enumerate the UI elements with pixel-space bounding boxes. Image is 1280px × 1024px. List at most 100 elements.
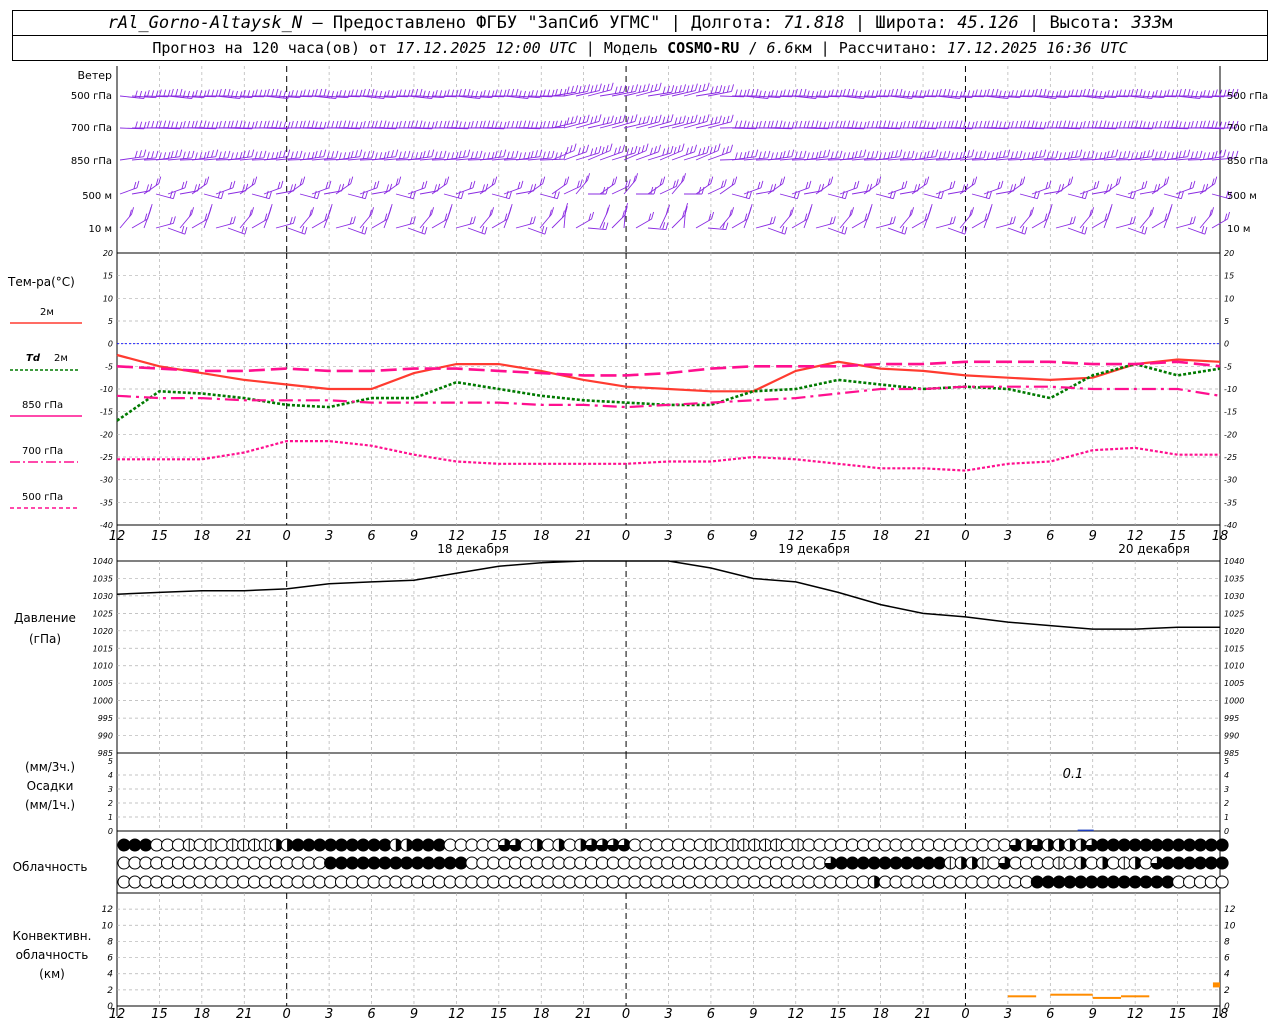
wind-barb bbox=[551, 207, 555, 215]
cloud-cover-symbol bbox=[976, 838, 990, 852]
wind-barb bbox=[784, 227, 788, 235]
wind-barb bbox=[172, 216, 176, 224]
wind-barb bbox=[573, 143, 577, 151]
cloud-cover-symbol bbox=[465, 838, 479, 852]
wind-barb bbox=[1214, 150, 1218, 158]
wind-barb bbox=[1019, 120, 1023, 129]
wind-barb bbox=[316, 191, 320, 199]
wind-barb bbox=[770, 152, 774, 160]
wind-barb bbox=[136, 180, 140, 188]
wind-barb bbox=[594, 84, 598, 92]
legend-2m-label: 2м bbox=[40, 307, 54, 318]
cloud-cover-symbol bbox=[1150, 838, 1164, 852]
wind-barb bbox=[619, 85, 622, 94]
wind-barb bbox=[295, 151, 299, 159]
cloud-cover-symbol bbox=[552, 856, 566, 870]
press-tick-left: 1015 bbox=[93, 644, 113, 653]
wind-barb bbox=[1154, 120, 1158, 129]
wind-barb bbox=[1211, 120, 1215, 128]
wind-barb bbox=[926, 89, 930, 97]
conv-title-1: Конвективн. bbox=[13, 929, 92, 943]
press-tick-right: 1010 bbox=[1224, 662, 1244, 671]
cloud-cover-symbol bbox=[291, 875, 305, 889]
cloud-cover-symbol bbox=[998, 838, 1012, 852]
wind-barb bbox=[424, 227, 428, 235]
wind-barb bbox=[347, 120, 351, 128]
wind-barb bbox=[1227, 211, 1231, 220]
cloud-cover-symbol bbox=[171, 875, 185, 889]
wind-barb bbox=[594, 147, 598, 155]
wind-barb bbox=[451, 120, 455, 128]
cloud-cover-symbol bbox=[1161, 875, 1175, 889]
cloud-cover-symbol bbox=[563, 856, 577, 870]
wind-barb bbox=[1055, 222, 1074, 229]
cloud-cover-symbol bbox=[334, 856, 348, 870]
wind-barb bbox=[926, 176, 930, 184]
cloud-cover-symbol bbox=[411, 875, 425, 889]
cloud-cover-symbol bbox=[780, 838, 794, 852]
wind-barb bbox=[686, 85, 690, 93]
x-tick-label: 3 bbox=[325, 529, 333, 544]
cloud-cover-symbol bbox=[324, 838, 338, 852]
wind-barb bbox=[472, 180, 476, 188]
wind-barb bbox=[223, 88, 227, 97]
wind-barb bbox=[715, 85, 718, 94]
cloud-cover-symbol bbox=[128, 875, 142, 889]
wind-barb bbox=[1103, 91, 1107, 99]
wind-barb bbox=[959, 91, 963, 99]
wind-barb bbox=[871, 151, 875, 159]
conv-tick-left: 12 bbox=[102, 905, 114, 915]
wind-barb bbox=[170, 150, 174, 158]
wind-barb bbox=[215, 149, 219, 157]
wind-barb bbox=[926, 150, 930, 158]
wind-barb bbox=[280, 180, 284, 188]
wind-barb bbox=[491, 120, 495, 128]
wind-barb bbox=[350, 150, 354, 158]
wind-barb bbox=[842, 120, 846, 128]
cloud-cover-symbol bbox=[215, 838, 229, 852]
wind-barb bbox=[475, 120, 479, 129]
wind-barb bbox=[971, 149, 975, 157]
wind-barb bbox=[919, 120, 923, 128]
conv-unit: (км) bbox=[39, 967, 65, 981]
wind-barb bbox=[1051, 120, 1055, 129]
wind-barb bbox=[1199, 91, 1203, 99]
wind-barb bbox=[232, 180, 236, 188]
wind-barb bbox=[175, 150, 178, 158]
x-tick-label: 0 bbox=[283, 1007, 291, 1022]
wind-barb bbox=[646, 83, 650, 91]
wind-barb bbox=[808, 180, 812, 188]
wind-barb bbox=[830, 120, 834, 129]
wind-barb bbox=[1070, 150, 1074, 158]
wind-barb bbox=[1111, 150, 1114, 158]
wind-barb bbox=[947, 88, 951, 97]
x-tick-label: 12 bbox=[1127, 1007, 1144, 1022]
cloud-cover-symbol bbox=[1172, 875, 1186, 889]
cloud-cover-symbol bbox=[628, 875, 642, 889]
cloud-cover-symbol bbox=[1183, 856, 1197, 870]
cloud-cover-symbol bbox=[1041, 875, 1055, 889]
x-tick-label: 3 bbox=[1004, 1007, 1012, 1022]
wind-barb bbox=[626, 85, 630, 94]
wind-barb bbox=[494, 176, 498, 184]
cloud-cover-symbol bbox=[1106, 856, 1120, 870]
cloud-cover-symbol bbox=[672, 838, 685, 852]
wind-barb bbox=[590, 116, 594, 124]
meteogram: { "header": { "station": "rAl_Gorno-Alta… bbox=[0, 0, 1280, 1024]
wind-barb bbox=[694, 83, 698, 91]
wind-barb bbox=[383, 120, 387, 128]
cloud-cover-symbol bbox=[302, 856, 316, 870]
wind-barb bbox=[1031, 120, 1035, 128]
wind-barb bbox=[937, 190, 941, 198]
wind-barb bbox=[187, 120, 191, 129]
wind-barb bbox=[605, 222, 609, 230]
wind-barb bbox=[690, 115, 694, 124]
wind-barb bbox=[678, 85, 682, 93]
cloud-cover-symbol bbox=[813, 838, 827, 852]
wind-barb bbox=[726, 115, 730, 124]
wind-barb bbox=[622, 144, 625, 152]
wind-barb bbox=[482, 152, 486, 160]
wind-barb bbox=[167, 120, 171, 128]
conv-tick-left: 2 bbox=[107, 986, 113, 996]
wind-barb bbox=[635, 173, 639, 181]
